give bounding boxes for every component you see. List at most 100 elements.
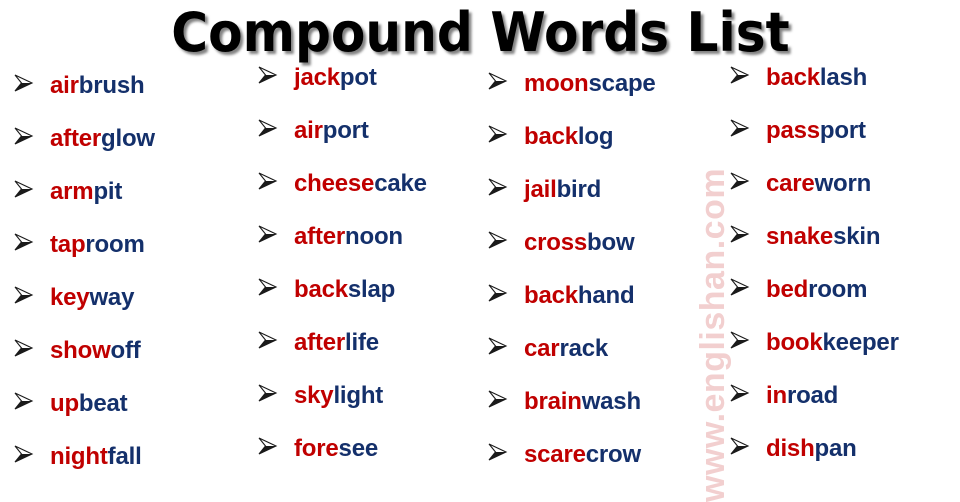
word-list-item: foresee [258, 435, 486, 488]
arrowhead-bullet-icon [730, 66, 766, 90]
compound-word-second-part: hand [577, 282, 635, 309]
compound-word: dishpan [766, 435, 960, 463]
compound-word: moonscape [524, 70, 732, 98]
arrowhead-bullet-icon [488, 337, 524, 361]
word-list-item: passport [730, 117, 960, 170]
compound-word: careworn [766, 170, 960, 198]
compound-word-first-part: in [766, 382, 787, 409]
compound-word-first-part: snake [766, 223, 834, 250]
compound-word-second-part: wash [581, 388, 641, 415]
arrowhead-bullet-icon [258, 437, 294, 461]
word-list-item: moonscape [488, 70, 732, 123]
arrowhead-bullet-icon [258, 119, 294, 143]
compound-word-second-part: see [338, 435, 379, 462]
compound-word-first-part: cheese [294, 170, 375, 197]
compound-word: bedroom [766, 276, 960, 304]
word-list-item: brainwash [488, 388, 732, 441]
compound-word: crossbow [524, 229, 732, 257]
compound-word: armpit [50, 178, 254, 206]
word-list-item: afterlife [258, 329, 486, 382]
compound-word-first-part: moon [524, 70, 589, 97]
compound-word: skylight [294, 382, 486, 410]
arrowhead-bullet-icon [488, 284, 524, 308]
word-list-item: upbeat [14, 390, 254, 443]
arrowhead-bullet-icon [730, 119, 766, 143]
word-list-item: taproom [14, 231, 254, 284]
word-list-item: scarecrow [488, 441, 732, 494]
arrowhead-bullet-icon [14, 286, 50, 310]
compound-word-first-part: car [524, 335, 560, 362]
compound-word-first-part: up [50, 390, 79, 417]
compound-word: snakeskin [766, 223, 960, 251]
compound-word: passport [766, 117, 960, 145]
compound-word-second-part: port [322, 117, 369, 144]
word-list-item: nightfall [14, 443, 254, 496]
compound-word-second-part: log [577, 123, 614, 150]
word-list-item: afterglow [14, 125, 254, 178]
compound-word-second-part: road [786, 382, 839, 409]
compound-word: backslap [294, 276, 486, 304]
compound-word: brainwash [524, 388, 732, 416]
word-list-item: skylight [258, 382, 486, 435]
compound-word: foresee [294, 435, 486, 463]
compound-word-first-part: bed [766, 276, 809, 303]
arrowhead-bullet-icon [488, 390, 524, 414]
word-list-item: backhand [488, 282, 732, 335]
arrowhead-bullet-icon [258, 384, 294, 408]
compound-word: cheesecake [294, 170, 486, 198]
compound-word-second-part: room [808, 276, 868, 303]
compound-word-first-part: back [294, 276, 348, 303]
word-column-3: moonscape backlog jailbird crossbow backhand… [488, 0, 732, 494]
word-list-item: crossbow [488, 229, 732, 282]
page-title: Compound Words List [170, 1, 790, 64]
compound-word-second-part: bow [587, 229, 635, 256]
compound-word-second-part: port [819, 117, 866, 144]
compound-word-first-part: pass [766, 117, 820, 144]
word-list-item: careworn [730, 170, 960, 223]
word-list-item: dishpan [730, 435, 960, 488]
compound-word-first-part: care [766, 170, 815, 197]
compound-word-first-part: brain [524, 388, 582, 415]
compound-word: carrack [524, 335, 732, 363]
page-title-bar: Compound Words List [0, 0, 960, 66]
compound-word-first-part: after [50, 125, 102, 152]
arrowhead-bullet-icon [14, 339, 50, 363]
compound-word: backlash [766, 64, 960, 92]
word-list-item: carrack [488, 335, 732, 388]
compound-word: afterlife [294, 329, 486, 357]
arrowhead-bullet-icon [488, 231, 524, 255]
compound-word: taproom [50, 231, 254, 259]
compound-word-second-part: noon [345, 223, 403, 250]
compound-word-first-part: cross [524, 229, 588, 256]
compound-word-second-part: room [85, 231, 145, 258]
compound-word-first-part: fore [294, 435, 339, 462]
arrowhead-bullet-icon [14, 392, 50, 416]
arrowhead-bullet-icon [488, 125, 524, 149]
word-list-item: backlash [730, 64, 960, 117]
compound-word: showoff [50, 337, 254, 365]
compound-word-first-part: back [766, 64, 820, 91]
word-list-item: bedroom [730, 276, 960, 329]
compound-word-first-part: arm [50, 178, 94, 205]
arrowhead-bullet-icon [14, 180, 50, 204]
compound-word-first-part: sky [294, 382, 334, 409]
compound-word-first-part: after [294, 223, 346, 250]
compound-word-first-part: tap [50, 231, 86, 258]
word-column-1: airbrush afterglow armpit taproom keyway show… [14, 0, 254, 496]
compound-word-second-part: bird [556, 176, 602, 203]
arrowhead-bullet-icon [14, 74, 50, 98]
compound-word-second-part: way [89, 284, 135, 311]
compound-word-second-part: skin [833, 223, 881, 250]
compound-word: afterglow [50, 125, 254, 153]
compound-word-second-part: pan [814, 435, 857, 462]
compound-word-second-part: crow [585, 441, 641, 468]
arrowhead-bullet-icon [730, 225, 766, 249]
compound-word-first-part: air [294, 117, 323, 144]
compound-word: upbeat [50, 390, 254, 418]
compound-word: airbrush [50, 72, 254, 100]
word-list-item: keyway [14, 284, 254, 337]
word-list-item: airport [258, 117, 486, 170]
word-list-item: cheesecake [258, 170, 486, 223]
word-list-item: armpit [14, 178, 254, 231]
compound-word: scarecrow [524, 441, 732, 469]
